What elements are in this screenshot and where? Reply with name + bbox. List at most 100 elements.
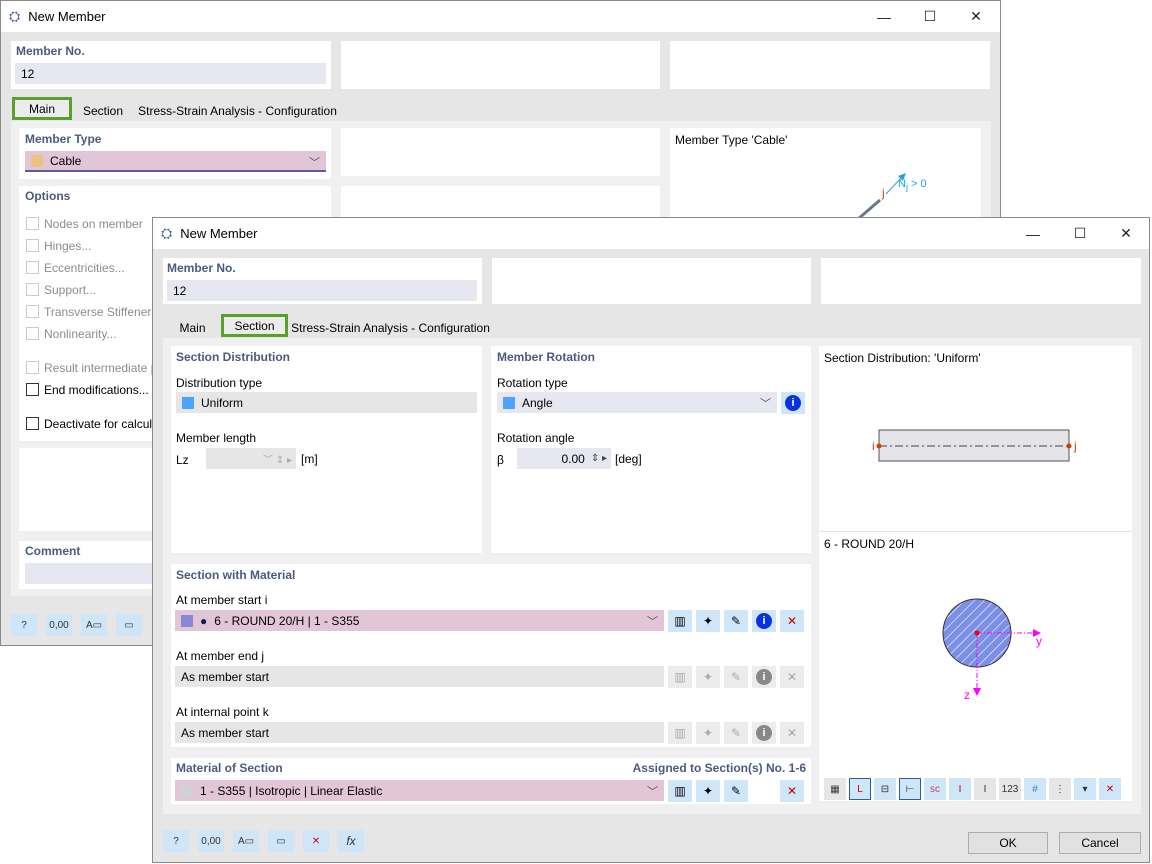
member-rotation-header: Member Rotation <box>497 350 596 364</box>
edit-section-button[interactable]: ✎ <box>724 610 748 632</box>
tab-section[interactable]: Section <box>75 99 131 122</box>
option-label: Result intermediate p <box>44 361 158 375</box>
pick-from-model-button[interactable]: ✕ <box>780 666 804 688</box>
section-distribution-panel: Section Distribution Distribution type U… <box>171 346 482 553</box>
grid-button[interactable]: # <box>1024 778 1046 800</box>
member-type-value: Cable <box>50 153 82 168</box>
member-length-input[interactable]: ﹀ ⇕ ▸ <box>206 448 296 469</box>
stress-points-button[interactable]: I <box>949 778 971 800</box>
checkbox-nodes-on-member[interactable] <box>26 217 39 230</box>
view-button[interactable]: ▭ <box>268 830 294 852</box>
length-unit: [m] <box>301 452 318 466</box>
distribution-type-value: Uniform <box>201 395 244 410</box>
material-header: Material of Section <box>176 761 283 775</box>
help-button[interactable]: ? <box>163 830 189 852</box>
info-button[interactable]: i <box>752 610 776 632</box>
more-options-dropdown[interactable]: ▾ <box>1074 778 1096 800</box>
tab-stress-strain[interactable]: Stress-Strain Analysis - Configuration <box>134 99 341 122</box>
info-button[interactable]: i <box>752 666 776 688</box>
cancel-button[interactable]: Cancel <box>1059 832 1141 854</box>
member-end-section-select[interactable]: As member start <box>175 666 664 687</box>
member-start-section-select[interactable]: ● 6 - ROUND 20/H | 1 - S355 ﹀ <box>175 610 664 631</box>
display-settings-button[interactable]: A▭ <box>233 830 259 852</box>
library-button[interactable]: ▥ <box>668 722 692 744</box>
pick-from-model-button[interactable]: ✕ <box>303 830 329 852</box>
checkbox-result-intermediate[interactable] <box>26 361 39 374</box>
formula-button[interactable]: fx <box>338 830 364 852</box>
show-section-button[interactable]: L <box>849 778 871 800</box>
material-select[interactable]: 1 - S355 | Isotropic | Linear Elastic ﹀ <box>175 780 664 801</box>
chevron-down-icon: ﹀ <box>760 398 771 410</box>
units-button[interactable]: 0,00 <box>198 830 224 852</box>
library-button[interactable]: ▥ <box>668 610 692 632</box>
section-distribution-header: Section Distribution <box>176 350 290 364</box>
ok-button[interactable]: OK <box>968 832 1048 854</box>
pick-from-model-button[interactable]: ✕ <box>780 780 804 802</box>
edit-section-button[interactable]: ✎ <box>724 666 748 688</box>
library-button[interactable]: ▥ <box>668 666 692 688</box>
pick-from-model-button[interactable]: ✕ <box>780 610 804 632</box>
member-no-input[interactable]: 12 <box>15 63 326 84</box>
node-j <box>1066 443 1072 449</box>
maximize-button[interactable]: ☐ <box>907 1 953 32</box>
centroid <box>974 630 980 636</box>
checkbox-support[interactable] <box>26 283 39 296</box>
close-button[interactable]: ✕ <box>1103 218 1149 249</box>
tab-section[interactable]: Section <box>221 314 288 337</box>
minimize-button[interactable]: — <box>861 1 907 32</box>
member-no-panel: Member No. 12 <box>163 258 482 304</box>
member-no-input[interactable]: 12 <box>167 280 477 301</box>
rotation-type-select[interactable]: Angle ﹀ <box>497 392 777 413</box>
checkbox-deactivate[interactable] <box>26 417 39 430</box>
info-button[interactable]: i <box>781 392 805 414</box>
preview-panel: Member Type 'Cable' j Nj > 0 <box>670 128 981 228</box>
library-button[interactable]: ▥ <box>668 780 692 802</box>
rotation-angle-label: Rotation angle <box>497 431 575 445</box>
tab-main[interactable]: Main <box>165 316 220 339</box>
checkbox-eccentricities[interactable] <box>26 261 39 274</box>
preview-title: Member Type 'Cable' <box>675 133 788 147</box>
section-outline-button[interactable]: I <box>974 778 996 800</box>
checkbox-nonlinearity[interactable] <box>26 327 39 340</box>
internal-point-section-select[interactable]: As member start <box>175 722 664 743</box>
help-button[interactable]: ? <box>11 614 37 636</box>
preview-toolbar: ▦ L ⊟ ⊢ sc I I 123 # ⋮ ▾ ✕ <box>824 778 1121 800</box>
maximize-button[interactable]: ☐ <box>1057 218 1103 249</box>
units-button[interactable]: 0,00 <box>46 614 72 636</box>
display-settings-button[interactable]: A▭ <box>81 614 107 636</box>
minimize-button[interactable]: — <box>1010 218 1056 249</box>
new-material-button[interactable]: ✦ <box>696 780 720 802</box>
tab-main[interactable]: Main <box>12 97 72 120</box>
checkbox-transverse-stiffeners[interactable] <box>26 305 39 318</box>
new-section-button[interactable]: ✦ <box>696 666 720 688</box>
option-label: Eccentricities... <box>44 261 125 275</box>
view-button[interactable]: ▭ <box>116 614 142 636</box>
info-button[interactable]: i <box>752 722 776 744</box>
new-section-button[interactable]: ✦ <box>696 610 720 632</box>
rotation-angle-input[interactable]: 0.00 ⇕ ▸ <box>517 448 611 469</box>
axes-button[interactable]: ⊢ <box>899 778 921 800</box>
render-mode-button[interactable]: ▦ <box>824 778 846 800</box>
tab-stress-strain[interactable]: Stress-Strain Analysis - Configuration <box>289 316 492 339</box>
points-button[interactable]: ⋮ <box>1049 778 1071 800</box>
shear-center-button[interactable]: sc <box>924 778 946 800</box>
distribution-type-select[interactable]: Uniform <box>176 392 477 413</box>
member-type-select[interactable]: Cable ﹀ <box>25 151 326 172</box>
pick-from-model-button[interactable]: ✕ <box>780 722 804 744</box>
close-button[interactable]: ✕ <box>953 1 999 32</box>
chevron-down-icon: ﹀ <box>647 786 658 798</box>
edit-material-button[interactable]: ✎ <box>724 780 748 802</box>
comment-label: Comment <box>25 544 81 558</box>
reset-view-button[interactable]: ✕ <box>1099 778 1121 800</box>
distribution-type-label: Distribution type <box>176 376 263 390</box>
section-preview-title: 6 - ROUND 20/H <box>824 537 915 551</box>
checkbox-end-modifications[interactable] <box>26 383 39 396</box>
preview-panel: Section Distribution: 'Uniform' i j 6 - … <box>819 346 1132 801</box>
numbering-button[interactable]: 123 <box>999 778 1021 800</box>
member-no-label: Member No. <box>167 261 236 275</box>
checkbox-hinges[interactable] <box>26 239 39 252</box>
new-section-button[interactable]: ✦ <box>696 722 720 744</box>
edit-section-button[interactable]: ✎ <box>724 722 748 744</box>
section-with-material-panel: Section with Material At member start i … <box>171 564 811 747</box>
dimensions-button[interactable]: ⊟ <box>874 778 896 800</box>
